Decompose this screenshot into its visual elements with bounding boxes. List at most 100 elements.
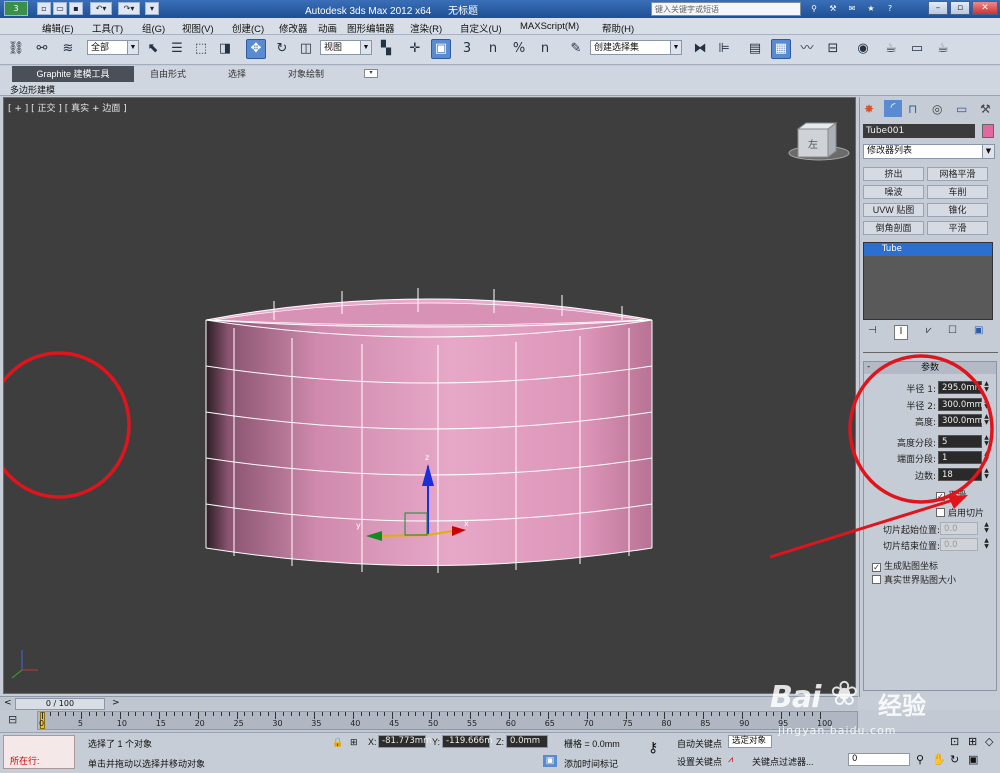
tick-mark [407, 712, 409, 716]
tick-label: 30 [272, 719, 283, 728]
tick-mark [532, 712, 534, 716]
tick-mark [571, 712, 573, 716]
tick-mark [189, 712, 191, 716]
grid-size: 栅格 = 0.0mm [564, 739, 620, 749]
maxscript-listener[interactable]: 所在行: [3, 735, 75, 769]
tick-label: 15 [155, 719, 166, 728]
tick-mark [462, 712, 464, 716]
tick-mark [703, 712, 705, 719]
maximize-viewport-icon[interactable]: ▣ [968, 753, 978, 766]
pan-hand-icon[interactable]: ✋ [932, 753, 946, 766]
tick-mark [524, 712, 526, 716]
tick-mark [438, 712, 440, 716]
tick-label: 65 [544, 719, 555, 728]
time-slider-thumb[interactable]: 0 / 100 [15, 698, 105, 710]
tick-mark [283, 712, 285, 716]
tick-mark [656, 712, 658, 716]
key-filters-button[interactable]: 关键点过滤器... [752, 755, 814, 768]
tick-mark [49, 712, 51, 716]
tick-mark [65, 712, 67, 716]
tick-mark [454, 712, 456, 716]
set-key-button[interactable]: 设置关键点 [677, 755, 722, 768]
time-tag-icon[interactable]: ▣ [543, 755, 557, 767]
tick-mark [555, 712, 557, 716]
current-frame-field[interactable]: 0 [848, 753, 910, 766]
tick-mark [749, 712, 751, 716]
tick-mark [757, 712, 759, 716]
tick-mark [368, 712, 370, 716]
tick-mark [236, 712, 238, 719]
tick-mark [259, 712, 261, 716]
script-line-label: 所在行: [10, 756, 40, 766]
tick-mark [501, 712, 503, 716]
tick-mark [485, 712, 487, 716]
paw-icon: ❀ [830, 674, 859, 714]
tick-mark [586, 712, 588, 719]
tick-mark [508, 712, 510, 719]
tick-mark [112, 712, 114, 716]
tick-mark [547, 712, 549, 719]
tick-label: 0 [39, 719, 45, 728]
tick-mark [718, 712, 720, 716]
mini-curve-editor-icon[interactable]: ⊟ [8, 713, 17, 726]
key-icon[interactable]: ⚷ [648, 739, 658, 756]
absolute-mode-icon[interactable]: ⊞ [350, 737, 358, 748]
auto-key-button[interactable]: 自动关键点 [677, 737, 722, 750]
x-label: X: [368, 737, 377, 747]
tick-mark [415, 712, 417, 716]
tick-mark [57, 712, 59, 716]
tick-mark [431, 712, 432, 719]
z-label: Z: [496, 737, 504, 747]
tick-label: 70 [583, 719, 594, 728]
tick-mark [493, 712, 495, 716]
tick-mark [220, 712, 222, 716]
tick-mark [687, 712, 689, 716]
time-slider[interactable]: < 0 / 100 > [0, 696, 858, 710]
tick-mark [314, 712, 316, 719]
track-ruler[interactable]: 0 5 10 15 20 25 30 35 40 45 50 55 60 65 70 75 80 85 90 95 10… [37, 711, 858, 730]
tick-mark [267, 712, 269, 716]
tick-mark [633, 712, 635, 716]
y-label: Y: [432, 737, 441, 747]
tick-mark [360, 712, 362, 716]
z-coordinate-field[interactable]: 0.0mm [506, 735, 548, 748]
tick-mark [252, 712, 254, 716]
y-coordinate-field[interactable]: -119.666m [442, 735, 493, 748]
zoom-icon[interactable]: ⚲ [916, 753, 924, 766]
tick-mark [641, 712, 643, 716]
tick-mark [213, 712, 215, 716]
watermark-url: jingyan.baidu.com [778, 724, 897, 737]
tick-mark [648, 712, 650, 716]
tick-mark [516, 712, 518, 716]
tick-mark [290, 712, 292, 716]
tick-mark [578, 712, 580, 716]
tick-mark [679, 712, 681, 716]
x-coordinate-field[interactable]: -81.773mm [378, 735, 431, 748]
slider-prev-icon[interactable]: < [4, 698, 12, 708]
tick-label: 25 [233, 719, 244, 728]
tick-mark [244, 712, 246, 716]
tick-mark [174, 712, 176, 716]
lock-selection-icon[interactable]: 🔒 [332, 737, 343, 748]
key-filter-icon[interactable]: ⩘ [728, 754, 733, 765]
tick-mark [625, 712, 627, 719]
tick-label: 55 [466, 719, 478, 728]
add-time-tag-button[interactable]: 添加时间标记 [564, 757, 618, 770]
tick-mark [563, 712, 565, 716]
selection-status: 选择了 1 个对象 [88, 739, 153, 749]
tick-mark [73, 712, 75, 716]
tick-mark [695, 712, 697, 716]
tick-mark [42, 712, 43, 719]
tick-mark [322, 712, 324, 716]
tick-mark [80, 712, 82, 719]
tick-label: 10 [116, 719, 127, 728]
tick-mark [711, 712, 713, 716]
tick-mark [143, 712, 145, 716]
tick-mark [609, 712, 611, 716]
tick-mark [734, 712, 736, 716]
orbit-icon[interactable]: ↻ [950, 753, 959, 766]
slider-next-icon[interactable]: > [112, 698, 120, 708]
tick-mark [205, 712, 207, 716]
tick-mark [150, 712, 152, 716]
tick-mark [399, 712, 401, 716]
